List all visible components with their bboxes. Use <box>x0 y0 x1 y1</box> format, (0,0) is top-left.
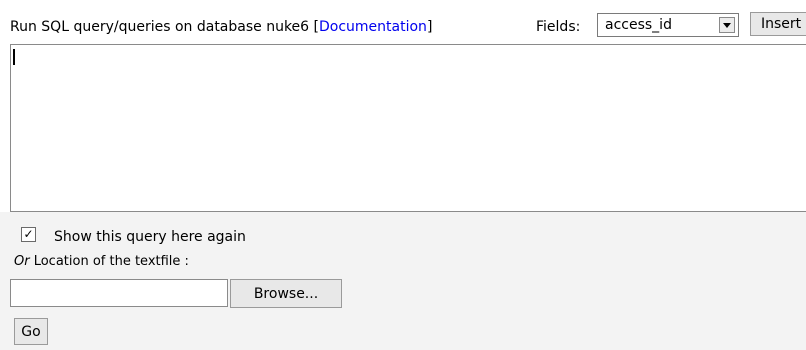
query-title-bracket: ] <box>426 19 433 35</box>
sql-query-textarea[interactable] <box>10 44 806 212</box>
fields-label: Fields: <box>536 19 581 35</box>
or-word: Or <box>14 254 30 269</box>
query-title: Run SQL query/queries on database nuke6 … <box>10 18 432 36</box>
go-button[interactable]: Go <box>14 318 48 345</box>
checkmark-icon: ✓ <box>23 227 34 241</box>
show-query-again-checkbox[interactable]: ✓ <box>21 227 36 242</box>
textfile-location-text: Location of the textfile : <box>29 254 189 269</box>
insert-button[interactable]: Insert <box>750 12 806 36</box>
fields-select[interactable]: access_id <box>597 13 739 37</box>
query-title-text: Run SQL query/queries on database nuke6 … <box>10 19 319 35</box>
text-caret <box>13 49 15 65</box>
chevron-down-icon[interactable] <box>719 17 735 33</box>
sql-query-form: Run SQL query/queries on database nuke6 … <box>0 0 806 350</box>
query-header: Run SQL query/queries on database nuke6 … <box>0 0 806 44</box>
textfile-path-input[interactable] <box>10 279 228 307</box>
fields-select-value: access_id <box>605 17 672 33</box>
browse-button[interactable]: Browse... <box>230 279 342 308</box>
show-query-again-label: Show this query here again <box>54 229 246 245</box>
textfile-location-label: Or Location of the textfile : <box>14 254 189 270</box>
documentation-link[interactable]: Documentation <box>319 19 427 35</box>
